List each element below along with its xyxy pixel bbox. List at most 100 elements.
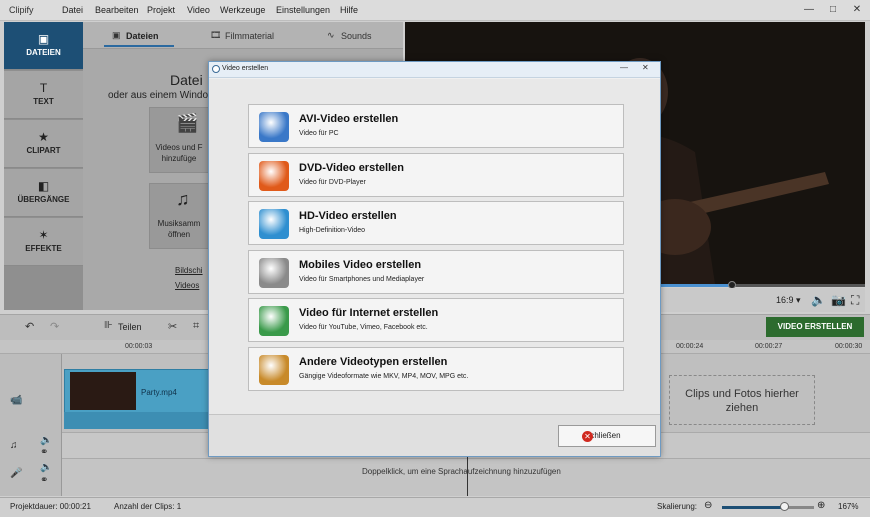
clip-audio-waveform [64,412,210,429]
dvd-icon [259,161,289,191]
zoom-out-icon[interactable]: ⊖ [704,500,712,511]
option-subtitle: Video für DVD-Player [299,179,366,186]
fullscreen-icon[interactable]: ⛶ [851,293,859,308]
zoom-in-icon[interactable]: ⊕ [817,500,825,511]
link-icon[interactable]: ⚭ [40,447,48,458]
tab-sounds-icon: ∿ [327,30,335,40]
option-subtitle: Gängige Videoformate wie MKV, MP4, MOV, … [299,373,469,380]
ruler-tick: 00:00:03 [125,343,153,350]
music-note-icon: ♫ [176,189,190,209]
ruler-tick: 00:00:24 [676,343,704,350]
tab-dateien[interactable]: Dateien [126,31,159,41]
zoom-value: 167% [838,502,859,511]
dialog-title: Video erstellen [222,65,269,72]
option-other-video-types[interactable]: Andere Videotypen erstellen Gängige Vide… [248,347,624,391]
tab-sounds[interactable]: Sounds [341,31,372,41]
ruler-tick: 00:00:30 [835,343,863,350]
sidebar-item-dateien[interactable]: ▣ DATEIEN [4,22,83,70]
option-subtitle: Video für PC [299,130,339,137]
option-title: HD-Video erstellen [299,210,397,222]
zoom-slider-fill [722,506,784,509]
volume-icon[interactable]: 🔈 [40,462,52,473]
dialog-titlebar [209,62,660,78]
split-button[interactable]: Teilen [118,322,142,332]
redo-icon[interactable]: ↷ [50,320,59,333]
close-button[interactable]: Schließen [558,425,656,447]
option-dvd-video[interactable]: DVD-Video erstellen Video für DVD-Player [248,153,624,197]
music-collection-tile[interactable]: ♫ Musiksamm öffnen [149,183,209,249]
sidebar-item-uebergaenge[interactable]: ◧ ÜBERGÄNGE [4,169,83,217]
image-icon: ▣ [37,32,50,46]
clip-name: Party.mp4 [141,388,177,397]
clip-thumbnail [70,372,136,410]
option-title: Video für Internet erstellen [299,307,439,319]
voice-track[interactable] [62,458,870,496]
star-icon: ★ [38,130,49,144]
sidebar-item-label: TEXT [33,97,54,106]
ruler-tick: 00:00:27 [755,343,783,350]
aspect-ratio-select[interactable]: 16:9 ▾ [776,295,801,306]
close-icon: ✕ [582,431,593,442]
smartphone-icon [259,258,289,288]
dialog-close-icon[interactable]: ✕ [642,63,649,72]
sidebar-item-label: EFFEKTE [25,244,62,253]
tab-active-indicator [104,45,174,47]
snapshot-icon[interactable]: 📷 [831,293,846,307]
microphone-icon: 🎤 [10,468,23,479]
option-avi-video[interactable]: AVI-Video erstellen Video für PC [248,104,624,148]
option-title: Mobiles Video erstellen [299,259,422,271]
screenshot-link[interactable]: Bildschi [175,266,203,275]
dialog-minimize-icon[interactable]: — [620,63,628,72]
hd-monitor-icon [259,209,289,239]
option-subtitle: Video für YouTube, Vimeo, Facebook etc. [299,324,428,331]
music-note-icon: ♫ [10,440,18,451]
menu-datei[interactable]: Datei [62,5,83,15]
cut-icon[interactable]: ✂ [168,320,177,333]
split-icon[interactable]: ⊪ [104,320,113,331]
option-subtitle: Video für Smartphones und Mediaplayer [299,276,425,283]
option-title: AVI-Video erstellen [299,113,399,125]
zoom-slider-handle[interactable] [780,502,789,511]
video-camera-icon: 🎬 [176,113,199,133]
crop-icon[interactable]: ⌗ [193,320,199,333]
avi-icon [259,112,289,142]
link-icon[interactable]: ⚭ [40,475,48,486]
menu-hilfe[interactable]: Hilfe [340,5,358,15]
sidebar-item-label: DATEIEN [26,48,61,57]
sidebar-item-text[interactable]: T TEXT [4,71,83,119]
globe-icon [259,306,289,336]
sidebar-item-clipart[interactable]: ★ CLIPART [4,120,83,168]
dialog-app-icon [212,65,220,73]
panel-heading: Datei [170,72,203,88]
option-hd-video[interactable]: HD-Video erstellen High-Definition-Video [248,201,624,245]
maximize-icon[interactable]: □ [826,3,840,17]
option-mobile-video[interactable]: Mobiles Video erstellen Video für Smartp… [248,250,624,294]
panel-subheading: oder aus einem Windo [108,90,209,101]
undo-icon[interactable]: ↶ [25,320,34,333]
sidebar-item-effekte[interactable]: ✶ EFFEKTE [4,218,83,266]
close-icon[interactable]: ✕ [850,3,864,17]
menu-einstellungen[interactable]: Einstellungen [276,5,330,15]
app-title: Clipify [9,5,34,15]
add-videos-tile[interactable]: 🎬 Videos und F hinzufüge [149,107,209,173]
clip-dropzone[interactable]: Clips und Fotos hierher ziehen [669,375,815,425]
menu-werkzeuge[interactable]: Werkzeuge [220,5,265,15]
tab-dateien-icon: ▣ [112,30,121,40]
clip-count: Anzahl der Clips: 1 [114,502,182,511]
menu-projekt[interactable]: Projekt [147,5,175,15]
tile-label: Musiksamm öffnen [157,219,201,239]
tab-filmmaterial[interactable]: Filmmaterial [225,31,274,41]
magic-wand-icon: ✶ [38,228,49,242]
sidebar-item-label: CLIPART [26,146,61,155]
sidebar-item-label: ÜBERGÄNGE [17,195,70,204]
sidebar: ▣ DATEIEN T TEXT ★ CLIPART ◧ ÜBERGÄNGE ✶… [4,22,83,310]
videos-link[interactable]: Videos [175,281,199,290]
volume-icon[interactable]: 🔈 [40,435,52,446]
option-internet-video[interactable]: Video für Internet erstellen Video für Y… [248,298,624,342]
volume-icon[interactable]: 🔈 [811,293,826,307]
menu-bearbeiten[interactable]: Bearbeiten [95,5,139,15]
minimize-icon[interactable]: — [802,3,816,17]
create-video-button[interactable]: VIDEO ERSTELLEN [766,317,864,337]
option-subtitle: High-Definition-Video [299,227,366,234]
menu-video[interactable]: Video [187,5,210,15]
